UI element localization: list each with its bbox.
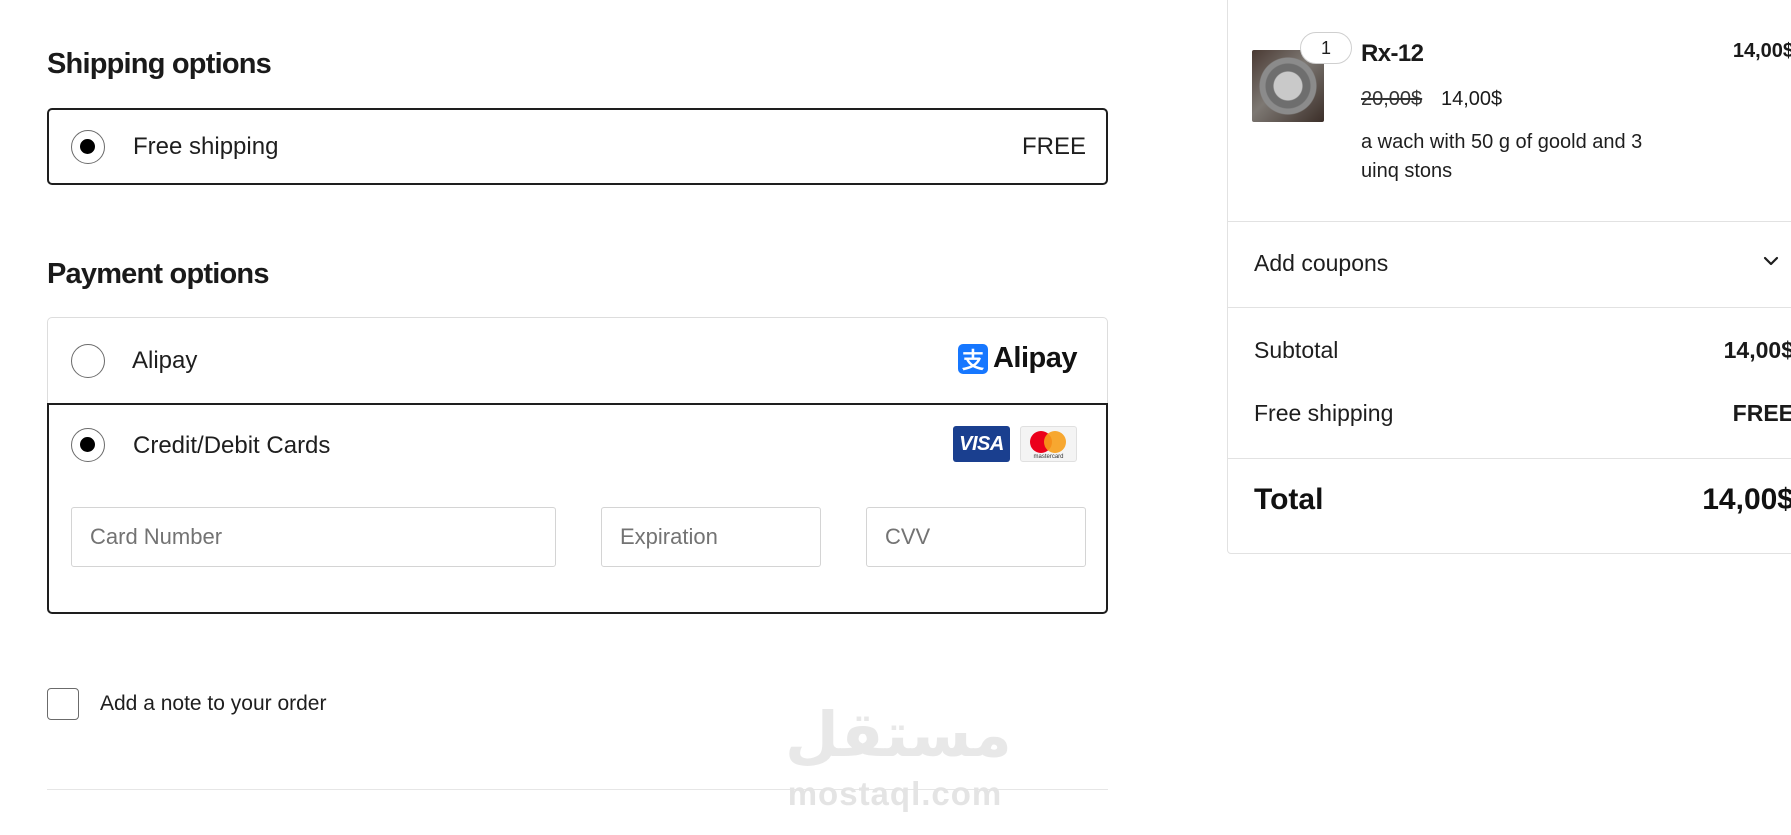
shipping-summary-label: Free shipping bbox=[1254, 400, 1394, 426]
shipping-radio[interactable] bbox=[71, 130, 105, 164]
cvv-input[interactable] bbox=[866, 507, 1086, 567]
payment-option-alipay[interactable]: Alipay 支 Alipay bbox=[47, 317, 1108, 403]
product-sale-price: 14,00$ bbox=[1441, 88, 1503, 110]
add-coupons-toggle[interactable]: Add coupons bbox=[1254, 250, 1388, 277]
subtotal-label: Subtotal bbox=[1254, 337, 1339, 363]
subtotal-value: 14,00$ bbox=[1723, 337, 1791, 363]
total-label: Total bbox=[1254, 483, 1324, 516]
total-value: 14,00$ bbox=[1702, 483, 1791, 516]
payment-option-card[interactable]: Credit/Debit Cards VISA mastercard bbox=[47, 403, 1108, 614]
divider bbox=[1228, 307, 1791, 308]
shipping-option-price: FREE bbox=[1021, 133, 1086, 160]
alipay-label: Alipay bbox=[132, 347, 198, 374]
payment-options-title: Payment options bbox=[47, 258, 269, 290]
watermark-latin: mostaql.com bbox=[787, 775, 1003, 812]
visa-icon: VISA bbox=[953, 426, 1010, 462]
expiration-input[interactable] bbox=[601, 507, 821, 567]
shipping-options-title: Shipping options bbox=[47, 48, 272, 80]
alipay-radio[interactable] bbox=[71, 344, 105, 378]
divider bbox=[1228, 458, 1791, 459]
product-original-price: 20,00$ bbox=[1361, 88, 1423, 110]
product-line-total: 14,00$ bbox=[1732, 40, 1791, 62]
card-number-input[interactable] bbox=[71, 507, 556, 567]
shipping-summary-value: FREE bbox=[1732, 400, 1791, 426]
product-description: a wach with 50 g of goold and 3 uinq sto… bbox=[1361, 131, 1643, 182]
alipay-logo: 支 Alipay bbox=[957, 342, 1078, 375]
alipay-logo-text: Alipay bbox=[992, 342, 1078, 374]
quantity-badge: 1 bbox=[1300, 32, 1352, 64]
order-summary: 1 Rx-12 14,00$ 20,00$ 14,00$ a wach with… bbox=[1227, 0, 1791, 554]
mastercard-icon: mastercard bbox=[1020, 426, 1077, 462]
card-label: Credit/Debit Cards bbox=[133, 432, 331, 459]
shipping-option-label: Free shipping bbox=[133, 133, 279, 160]
divider bbox=[1228, 221, 1791, 222]
checkout-page: Shipping options Free shipping FREE Paym… bbox=[0, 0, 1791, 835]
chevron-down-icon[interactable] bbox=[1761, 251, 1781, 271]
watermark-arabic: مستقل bbox=[785, 701, 1012, 770]
order-note-label[interactable]: Add a note to your order bbox=[100, 692, 326, 716]
card-radio[interactable] bbox=[71, 428, 105, 462]
product-name: Rx-12 bbox=[1361, 40, 1424, 67]
shipping-option-free[interactable]: Free shipping FREE bbox=[47, 108, 1108, 185]
alipay-icon: 支 bbox=[957, 343, 988, 374]
order-note-checkbox[interactable] bbox=[47, 688, 79, 720]
